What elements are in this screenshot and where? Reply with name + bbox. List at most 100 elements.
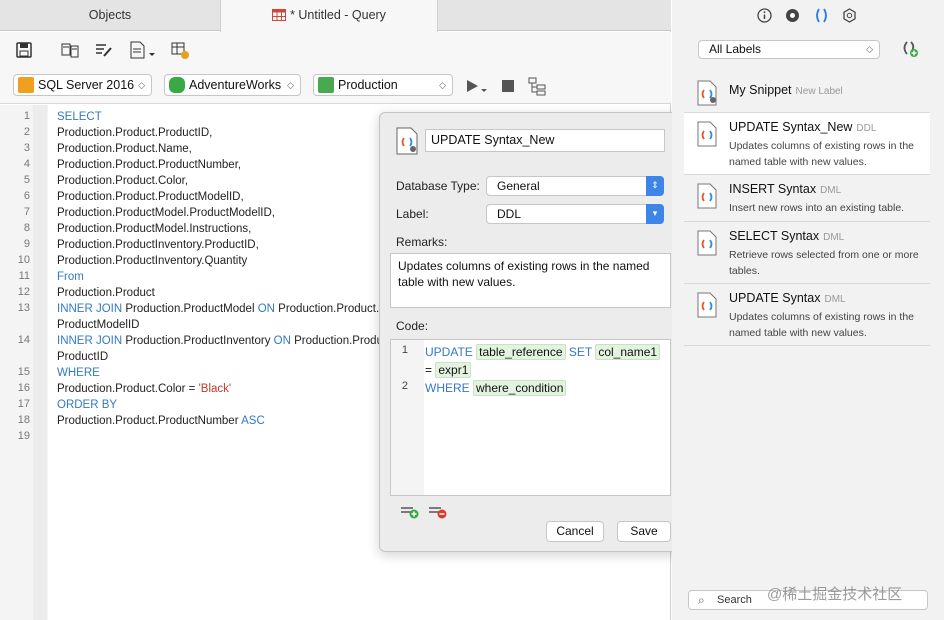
sql-keyword: ON [273,335,291,347]
tab-query[interactable]: * Untitled - Query [220,0,438,32]
snippet-description: Retrieve rows selected from one or more … [729,249,919,277]
snippet-title-row: INSERT Syntax DML [729,182,841,196]
sql-text: Production.ProductInventory [122,335,274,347]
snippet-file-icon [697,183,717,209]
snippet-list-item[interactable]: UPDATE Syntax_New DDL Updates columns of e… [684,113,930,175]
snippet-title: My Snippet [729,83,792,97]
labels-filter-value: All Labels [709,42,762,56]
cancel-button[interactable]: Cancel [546,521,604,542]
line-number: 11 [18,270,30,282]
tab-objects[interactable]: Objects [0,0,220,31]
info-icon[interactable] [757,8,772,23]
table-query-icon [272,9,287,21]
code-line: Production.Product.Color, [57,173,188,189]
remove-placeholder-icon[interactable] [428,503,448,519]
code-placeholder[interactable]: col_name1 [595,344,661,360]
schema-icon [318,77,334,93]
explain-icon[interactable] [528,76,548,96]
chevron-updown-icon: ◇ [138,80,145,90]
snippet-label-tag: DDL [856,123,877,134]
export-icon[interactable] [170,40,190,60]
line-number: 16 [17,382,30,394]
chevron-updown-icon: ◇ [287,80,294,90]
line-number: 2 [23,126,30,138]
server-select-value: SQL Server 2016 [38,78,135,92]
code-line: ProductID [57,349,108,365]
snippet-title-row: SELECT Syntax DML [729,229,844,243]
sql-text: Production.ProductModel [122,303,258,315]
remarks-textarea[interactable]: Updates columns of existing rows in the … [390,253,671,308]
code-line: Production.ProductInventory.Quantity [57,253,247,269]
database-select[interactable]: AdventureWorks ◇ [164,74,301,96]
sql-text: ProductID [57,351,109,363]
snippet-list-item[interactable]: My Snippet New Label [684,72,930,113]
object-hexagon-icon[interactable] [842,8,857,23]
snippet-title-row: UPDATE Syntax DML [729,291,846,305]
sql-keyword: From [57,271,84,283]
preview-eye-icon[interactable] [785,8,800,23]
sql-text: Production.ProductModel.Instructions, [57,223,252,235]
labels-filter-select[interactable]: All Labels ◇ [698,40,880,59]
code-line: Production.Product.ProductID, [57,125,212,141]
sql-keyword: ON [257,303,275,315]
query-builder-icon[interactable] [60,40,80,60]
snippet-file-icon [697,230,717,256]
database-icon [169,77,185,93]
code-placeholder[interactable]: table_reference [476,344,566,360]
server-select[interactable]: SQL Server 2016 ◇ [13,74,152,96]
code-line: WHERE [57,365,100,381]
code-line-2: WHERE where_condition [425,379,567,397]
stop-icon[interactable] [501,79,515,93]
snippet-list-item[interactable]: INSERT Syntax DML Insert new rows into an … [684,175,930,222]
watermark-text: @稀土掘金技术社区 [767,586,903,603]
schema-select[interactable]: Production ◇ [313,74,453,96]
code-snippet-icon[interactable] [814,8,829,23]
line-number: 15 [17,366,30,378]
snippet-title: UPDATE Syntax_New [729,120,853,134]
line-number: 4 [23,158,30,170]
snippet-list-item[interactable]: SELECT Syntax DML Retrieve rows selected f… [684,222,930,284]
line-number: 14 [17,334,30,346]
line-number: 2 [401,380,408,392]
line-number: 1 [401,344,408,356]
run-icon[interactable] [466,78,488,94]
snippet-menu-icon[interactable] [128,40,158,60]
save-icon[interactable] [14,40,34,60]
code-placeholder[interactable]: expr1 [435,362,472,378]
label-select[interactable]: DDL ▾ [486,204,664,224]
remarks-label: Remarks: [396,235,448,249]
snippet-editor-popover: UPDATE Syntax_New Database Type: General… [379,112,682,552]
code-line: ORDER BY [57,397,117,413]
code-line: INNER JOIN Production.ProductInventory O… [57,333,383,349]
save-button[interactable]: Save [617,521,671,542]
database-type-select[interactable]: General ⇕ [486,176,664,196]
sql-text: ProductModelID [57,319,140,331]
snippet-code-editor[interactable]: 1 2 UPDATE table_reference SET col_name1… [390,339,671,496]
code-line: Production.ProductInventory.ProductID, [57,237,259,253]
code-keyword: UPDATE [425,345,473,359]
snippet-title-row: UPDATE Syntax_New DDL [729,120,876,134]
new-snippet-icon[interactable] [900,40,920,58]
code-line: Production.Product.ProductModelID, [57,189,244,205]
label-value: DDL [497,207,522,221]
code-line: Production.ProductModel.ProductModelID, [57,205,275,221]
snippet-name-input[interactable]: UPDATE Syntax_New [425,129,665,152]
snippet-list-item[interactable]: UPDATE Syntax DML Updates columns of exist… [684,284,930,346]
tab-query-label: * Untitled - Query [290,8,386,22]
code-line: Production.Product [57,285,155,301]
code-line-1: UPDATE table_reference SET col_name1 [425,343,661,361]
chevron-updown-icon: ◇ [439,80,446,90]
code-keyword: WHERE [425,381,470,395]
code-placeholder[interactable]: where_condition [473,380,567,396]
snippet-description: Updates columns of existing rows in the … [729,140,915,168]
sql-text: Production.Product.Color = [57,383,199,395]
line-number: 12 [17,286,30,298]
line-number: 9 [23,238,30,250]
add-placeholder-icon[interactable] [400,503,420,519]
line-number: 10 [17,254,30,266]
beautify-sql-icon[interactable] [94,40,114,60]
snippet-file-icon [697,80,717,106]
sql-keyword: WHERE [57,367,100,379]
code-line: Production.Product.ProductNumber, [57,157,241,173]
schema-select-value: Production [338,78,398,92]
